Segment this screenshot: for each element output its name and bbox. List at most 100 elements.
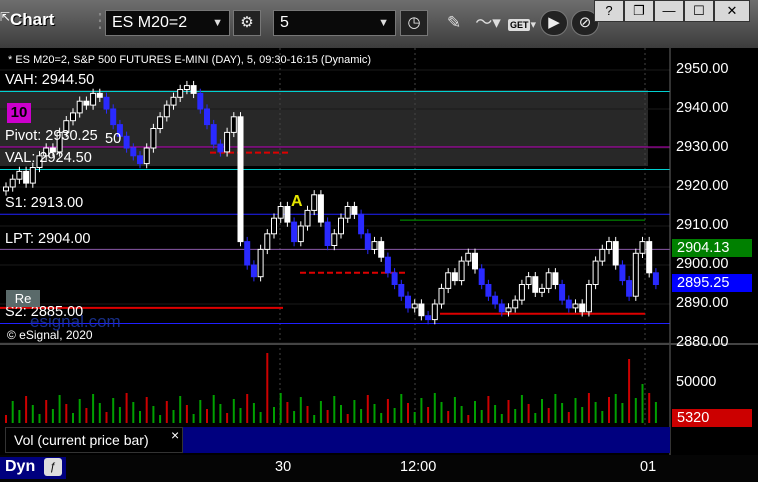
candle-body	[639, 241, 646, 254]
candle-body	[190, 85, 197, 94]
restore-button[interactable]: ❐	[624, 0, 654, 22]
app-title: Chart	[10, 10, 55, 29]
candle-body	[525, 276, 532, 285]
dyn-label: Dyn	[5, 458, 36, 475]
price-tick: 2920.00	[676, 178, 729, 194]
candle-body	[224, 131, 231, 153]
candle-body	[183, 85, 190, 90]
study-curve-icon: 〜▾	[475, 13, 501, 32]
candle-body	[9, 178, 16, 188]
lpt-label: LPT: 2904.00	[5, 231, 91, 247]
candle-body	[492, 295, 499, 305]
candle-body	[646, 241, 653, 274]
volume-tag: 5320	[672, 409, 752, 427]
candle-body	[485, 284, 492, 297]
candle-body	[364, 233, 371, 250]
price-tick: 2890.00	[676, 295, 729, 311]
candle-body	[626, 280, 633, 297]
candle-body	[177, 89, 184, 98]
candle-body	[532, 276, 539, 293]
candle-body	[505, 307, 512, 313]
candle-body	[257, 248, 264, 278]
candle-body	[123, 135, 130, 149]
help-button[interactable]: ?	[594, 0, 624, 22]
candle-body	[197, 92, 204, 110]
candle-body	[539, 287, 545, 293]
candle-body	[271, 217, 277, 235]
play-button[interactable]: ▶	[540, 10, 568, 36]
candle-body	[431, 303, 438, 321]
candle-body	[16, 170, 23, 180]
candle-body	[284, 206, 291, 223]
watermark: esignal.com	[30, 312, 121, 331]
candle-body	[291, 221, 298, 243]
candle-body	[110, 108, 117, 126]
candle-body	[143, 147, 150, 165]
time-tick: 30	[275, 459, 292, 475]
candle-body	[264, 233, 271, 250]
candle-body	[163, 104, 170, 118]
candle-body	[90, 92, 97, 106]
candle-body	[331, 233, 338, 247]
last-price-tag-blue: 2895.25	[672, 274, 752, 292]
candle-body	[23, 170, 30, 184]
candle-body	[324, 221, 331, 247]
candle-body	[619, 264, 626, 282]
candle-body	[29, 167, 36, 184]
candle-body	[277, 206, 284, 219]
re-button[interactable]: Re	[6, 290, 40, 307]
get-button[interactable]: GET ▾	[506, 10, 538, 36]
candle-body	[304, 209, 311, 227]
candle-body	[559, 284, 566, 301]
candle-body	[351, 206, 358, 215]
get-label: GET	[507, 19, 531, 31]
dyn-button[interactable]: Dyn ƒ	[0, 457, 66, 479]
candle-body	[498, 303, 505, 313]
candle-body	[552, 272, 559, 286]
time-tick: 12:00	[400, 459, 437, 475]
volume-legend-close[interactable]: ×	[171, 427, 179, 443]
pivot-annotation: 50	[105, 131, 122, 147]
maximize-button[interactable]: ☐	[684, 0, 714, 22]
price-chart[interactable]	[0, 48, 758, 482]
candle-body	[210, 124, 217, 145]
candle-body	[465, 252, 472, 262]
time-button[interactable]: ◷	[400, 10, 428, 36]
toolbar-grip-icon: ⋮	[90, 10, 110, 32]
link-icon: ⊘	[578, 14, 592, 31]
candle-body	[585, 284, 592, 313]
play-icon: ▶	[548, 14, 560, 31]
candle-body	[311, 194, 318, 211]
candle-body	[398, 284, 405, 297]
candle-body	[371, 241, 378, 250]
close-button[interactable]: ✕	[714, 0, 750, 22]
candle-body	[425, 315, 432, 321]
settings-button[interactable]: ⚙	[233, 10, 261, 36]
chevron-down-icon: ▼	[378, 17, 389, 29]
studies-button[interactable]: 〜▾	[472, 10, 504, 36]
restore-icon: ❐	[633, 3, 645, 18]
interval-combo[interactable]: 5 ▼	[273, 10, 396, 36]
candle-body	[391, 272, 398, 286]
symbol-combo[interactable]: ES M20=2 ▼	[105, 10, 230, 36]
vah-label: VAH: 2944.50	[5, 72, 95, 88]
minimize-button[interactable]: —	[654, 0, 684, 22]
candle-body	[378, 241, 385, 258]
candle-body	[3, 186, 9, 192]
candle-body	[572, 303, 579, 309]
candle-body	[157, 116, 164, 130]
help-icon: ?	[605, 3, 613, 18]
candle-body	[317, 194, 324, 223]
candle-body	[358, 213, 365, 235]
candle-body	[632, 252, 639, 297]
candle-body	[76, 100, 83, 114]
candle-body	[599, 248, 606, 262]
fx-icon: ƒ	[44, 458, 62, 476]
volume-tick: 50000	[676, 374, 717, 390]
maximize-icon: ☐	[693, 3, 705, 18]
candle-body	[244, 241, 251, 266]
candle-body	[438, 287, 445, 305]
draw-button[interactable]: ✎	[440, 10, 468, 36]
count-badge: 10	[7, 103, 31, 123]
price-tick: 2940.00	[676, 100, 729, 116]
